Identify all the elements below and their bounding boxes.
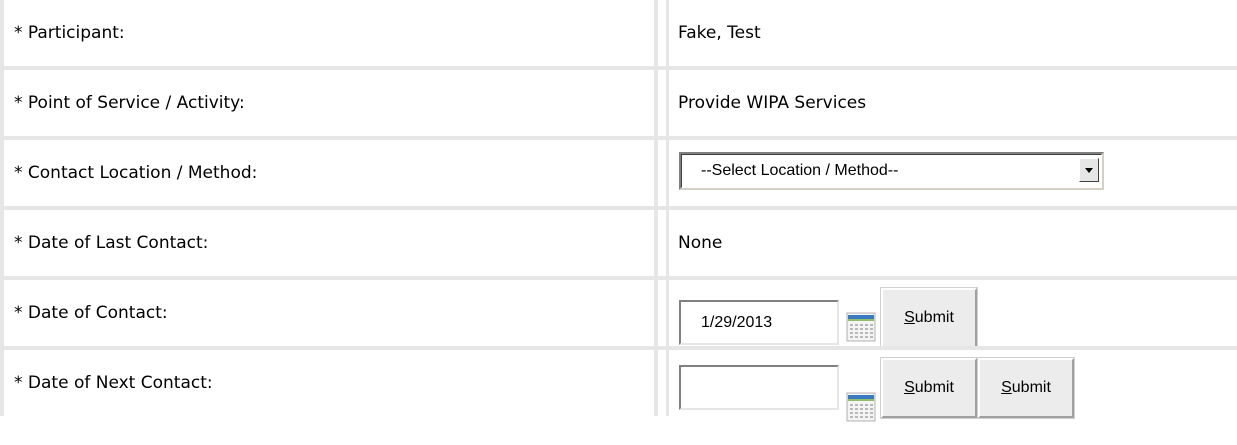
label-cell: * Date of Next Contact: — [0, 350, 658, 416]
value-cell: None — [666, 210, 1237, 276]
chevron-down-icon — [1085, 168, 1093, 173]
label-cell: * Point of Service / Activity: — [0, 70, 658, 136]
contact-location-label: * Contact Location / Method: — [14, 163, 258, 183]
submit-label: ubmit — [914, 379, 954, 396]
row-date-of-last-contact: * Date of Last Contact: None — [0, 210, 1237, 276]
row-point-of-service: * Point of Service / Activity: Provide W… — [0, 70, 1237, 136]
calendar-icon[interactable] — [846, 312, 876, 342]
label-cell: * Contact Location / Method: — [0, 140, 658, 206]
date-of-last-contact-value: None — [678, 233, 723, 253]
submit-label: ubmit — [914, 309, 954, 326]
value-cell: Fake, Test — [666, 0, 1237, 66]
contact-location-selected: --Select Location / Method-- — [701, 162, 899, 179]
participant-value: Fake, Test — [678, 23, 761, 43]
date-of-next-contact-label: * Date of Next Contact: — [14, 373, 213, 393]
value-cell: --Select Location / Method-- — [666, 140, 1237, 206]
submit-accesskey: S — [1001, 379, 1012, 396]
date-of-next-contact-second-submit-button[interactable]: Submit — [977, 357, 1075, 419]
value-cell: Submit Submit — [666, 350, 1237, 422]
calendar-icon[interactable] — [846, 392, 876, 422]
submit-accesskey: S — [904, 309, 915, 326]
date-of-last-contact-label: * Date of Last Contact: — [14, 233, 209, 253]
date-of-contact-submit-button[interactable]: Submit — [880, 287, 978, 349]
label-cell: * Date of Last Contact: — [0, 210, 658, 276]
dropdown-button[interactable] — [1079, 158, 1099, 182]
contact-form: * Participant: Fake, Test * Point of Ser… — [0, 0, 1237, 445]
date-of-contact-input[interactable] — [679, 300, 839, 345]
point-of-service-label: * Point of Service / Activity: — [14, 93, 245, 113]
row-date-of-next-contact: * Date of Next Contact: Submit Submit — [0, 350, 1237, 422]
value-cell: Provide WIPA Services — [666, 70, 1237, 136]
date-of-next-contact-submit-button[interactable]: Submit — [880, 357, 978, 419]
value-cell: Submit — [666, 280, 1237, 349]
row-date-of-contact: * Date of Contact: Submit — [0, 280, 1237, 349]
participant-label: * Participant: — [14, 23, 125, 43]
label-cell: * Date of Contact: — [0, 280, 658, 346]
submit-accesskey: S — [904, 379, 915, 396]
date-of-next-contact-input[interactable] — [679, 365, 839, 410]
date-of-contact-label: * Date of Contact: — [14, 303, 168, 323]
point-of-service-value: Provide WIPA Services — [678, 93, 867, 113]
label-cell: * Participant: — [0, 0, 658, 66]
row-participant: * Participant: Fake, Test — [0, 0, 1237, 66]
contact-location-select[interactable]: --Select Location / Method-- — [679, 152, 1104, 190]
row-contact-location: * Contact Location / Method: --Select Lo… — [0, 140, 1237, 206]
submit-label: ubmit — [1011, 379, 1051, 396]
